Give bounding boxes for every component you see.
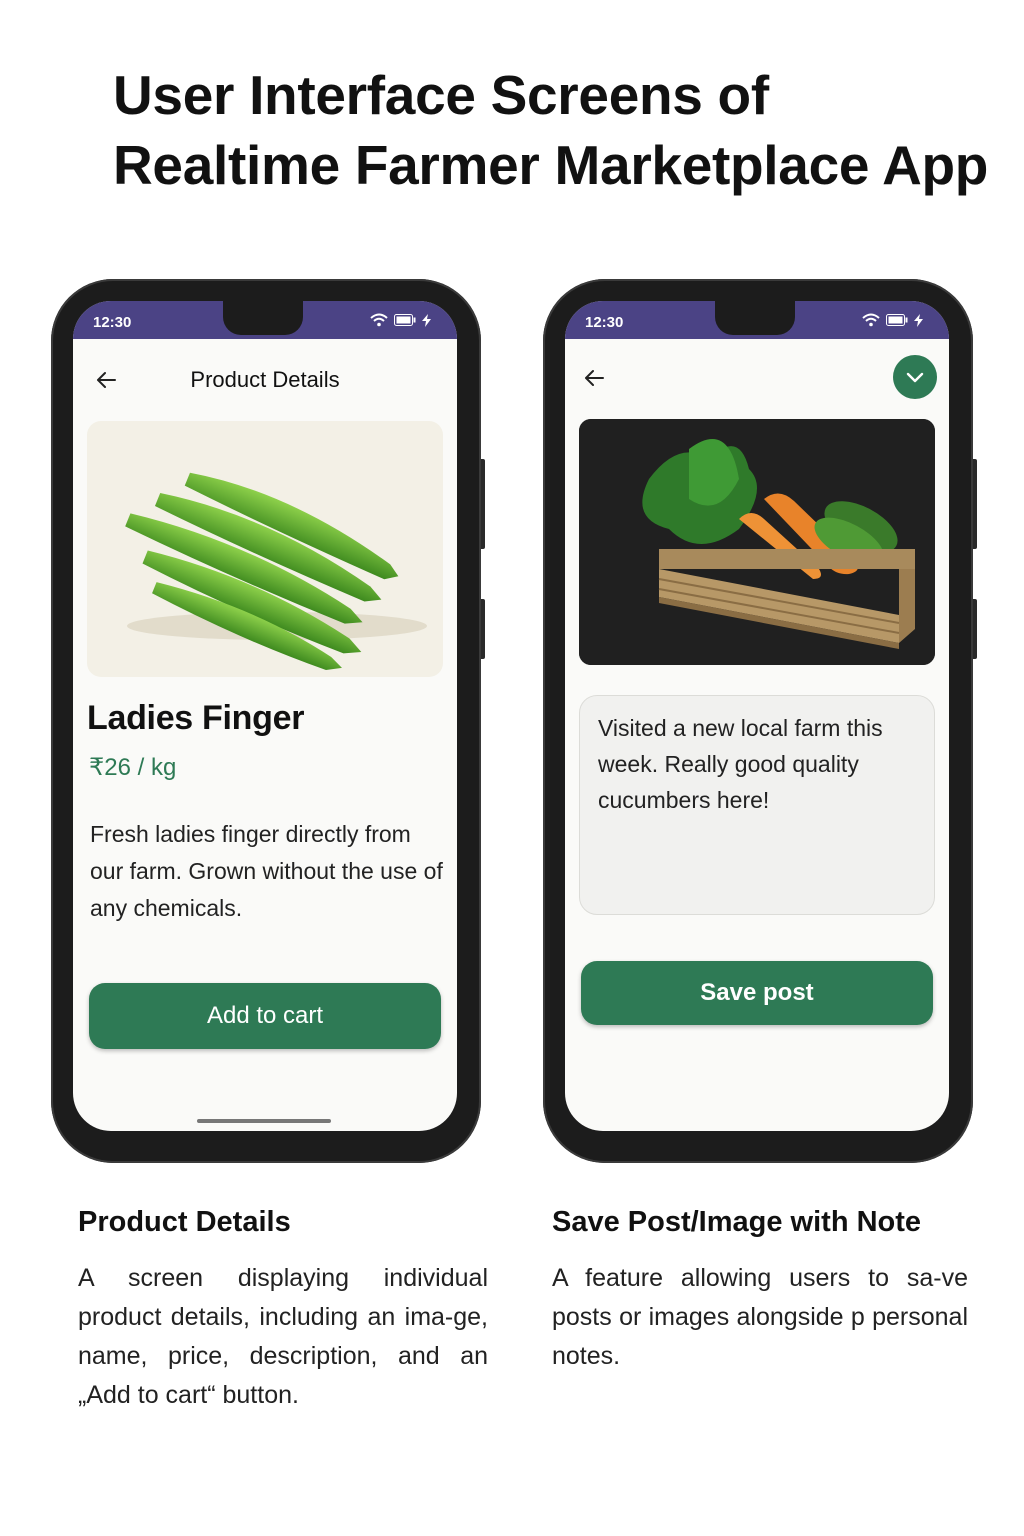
phone-side-button (481, 459, 485, 549)
caption-text-save-post: A feature allowing users to sa-ve posts … (552, 1264, 968, 1370)
status-icons (862, 313, 923, 327)
wifi-icon (370, 313, 388, 327)
phone-side-button (973, 599, 977, 659)
header-title: Product Details (190, 367, 340, 392)
add-to-cart-button[interactable]: Add to cart (89, 983, 441, 1049)
camera-notch (715, 301, 795, 335)
battery-icon (394, 314, 416, 326)
check-icon (906, 372, 924, 383)
wifi-icon (862, 313, 880, 327)
vegetable-crate-image (579, 419, 935, 665)
camera-notch (223, 301, 303, 335)
product-details-screen: 12:30 Product Details Ladies Finger ₹26 … (73, 301, 457, 1131)
phone-save-post: 12:30 Visited a new local farm this week… (543, 279, 977, 1163)
product-image (87, 421, 443, 677)
product-name: Ladies Finger (87, 699, 305, 737)
okra-image (125, 472, 427, 671)
save-post-button[interactable]: Save post (581, 961, 933, 1025)
charging-bolt-icon (422, 313, 431, 327)
phone-side-button (973, 459, 977, 549)
phone-side-button (481, 599, 485, 659)
back-arrow-icon[interactable] (579, 363, 609, 393)
caption-title-product-details: Product Details (78, 1206, 291, 1238)
page-title-line-2: Realtime Farmer Marketplace App (113, 134, 989, 196)
status-bar: 12:30 (565, 301, 949, 339)
app-header: Product Details (73, 339, 457, 421)
battery-icon (886, 314, 908, 326)
product-description: Fresh ladies finger directly from our fa… (90, 821, 443, 921)
status-bar: 12:30 (73, 301, 457, 339)
product-price: ₹26 / kg (89, 754, 177, 781)
phone-product-details: 12:30 Product Details Ladies Finger ₹26 … (51, 279, 485, 1163)
note-textarea[interactable]: Visited a new local farm this week. Real… (579, 695, 935, 915)
page-title-line-1: User Interface Screens of (113, 64, 769, 126)
charging-bolt-icon (914, 313, 923, 327)
caption-text-product-details: A screen displaying individual product d… (78, 1264, 488, 1409)
app-header (565, 339, 949, 421)
status-time: 12:30 (585, 314, 624, 331)
page-title: User Interface Screens of Realtime Farme… (113, 60, 1013, 200)
caption-title-save-post: Save Post/Image with Note (552, 1206, 922, 1238)
save-post-screen: 12:30 Visited a new local farm this week… (565, 301, 949, 1131)
post-image (579, 419, 935, 665)
confirm-check-button[interactable] (893, 355, 937, 399)
status-icons (370, 313, 431, 327)
home-indicator[interactable] (197, 1119, 331, 1123)
status-time: 12:30 (93, 314, 132, 331)
